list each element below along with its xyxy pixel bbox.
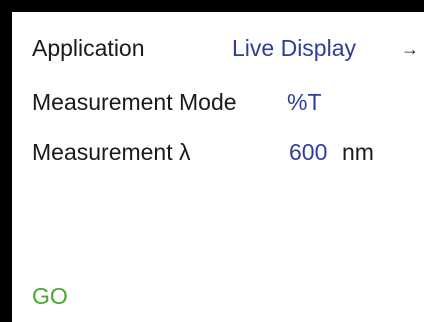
application-value[interactable]: Live Display xyxy=(232,34,356,62)
measurement-mode-value[interactable]: %T xyxy=(287,88,322,116)
wavelength-unit: nm xyxy=(342,139,374,165)
go-button[interactable]: GO xyxy=(32,282,68,310)
measurement-wavelength-label: Measurement λ xyxy=(32,139,191,165)
display-screen: Application Live Display → Measurement M… xyxy=(12,12,424,322)
application-row[interactable]: Application xyxy=(32,34,145,62)
measurement-wavelength-value[interactable]: 600 xyxy=(289,138,327,166)
application-label: Application xyxy=(32,35,145,61)
right-arrow-icon[interactable]: → xyxy=(401,35,419,63)
measurement-mode-row[interactable]: Measurement Mode xyxy=(32,88,237,116)
measurement-mode-label: Measurement Mode xyxy=(32,89,237,115)
measurement-wavelength-row[interactable]: Measurement λ xyxy=(32,138,191,166)
